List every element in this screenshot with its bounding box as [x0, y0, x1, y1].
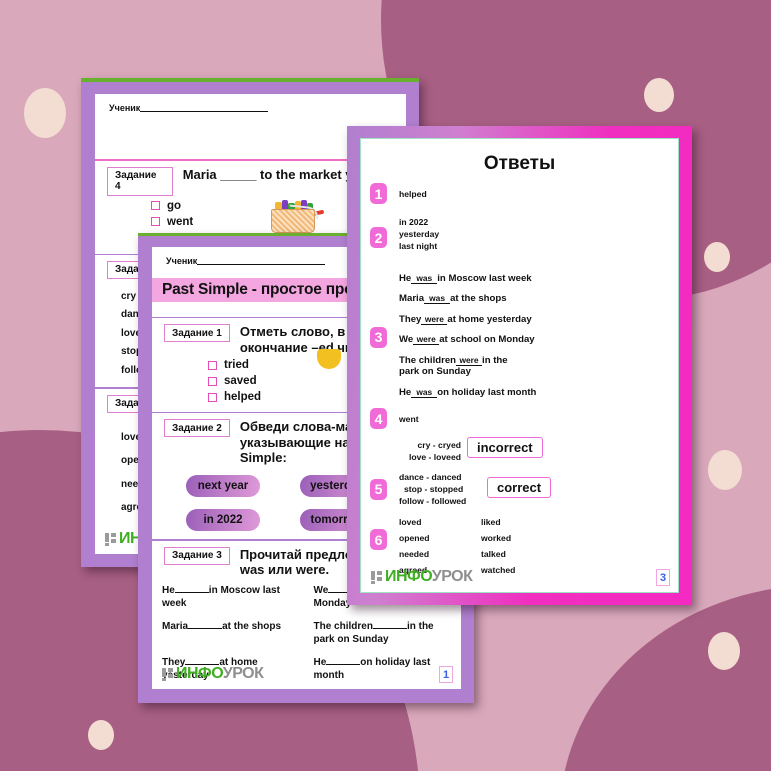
answer-number-badge: 5: [370, 478, 387, 500]
answer-blank[interactable]: [372, 628, 407, 630]
answer-text: helped: [399, 189, 427, 199]
shopping-basket-icon: [267, 196, 325, 236]
answer-fill: was: [411, 387, 438, 398]
answer-blank[interactable]: [188, 628, 223, 630]
answer-number-badge: 4: [370, 408, 387, 430]
answer-number-badge: 3: [370, 326, 387, 348]
decorative-dot: [24, 88, 66, 138]
poster-canvas: Ученик Задание 4 Maria _____ to the mark…: [0, 0, 771, 771]
decorative-dot: [704, 242, 730, 272]
incorrect-label: incorrect: [467, 437, 545, 461]
answer-fill: were: [413, 334, 440, 346]
worksheet-footer-mid: ИНФОУРОК 1: [162, 665, 453, 683]
answer-sentence: Maria was at the shops: [399, 293, 507, 305]
decorative-dot: [644, 78, 674, 112]
answers-page-3[interactable]: Ответы 1 helped 2 in 2022 yesterday last…: [347, 126, 692, 605]
answer-number-badge: 6: [370, 529, 387, 551]
infourok-logo: ИНФОУРОК: [162, 665, 264, 683]
decorative-dot: [708, 632, 740, 670]
logo-mark-icon: [371, 570, 382, 584]
marker-bubble-next-year[interactable]: next year: [186, 475, 260, 498]
answer-group-5: 5 dance - danced stop - stopped follow -…: [361, 471, 678, 508]
student-name-field-back[interactable]: Ученик: [95, 94, 406, 113]
answer-number-badge: 1: [370, 183, 387, 204]
sentence-item[interactable]: Maria at the shops: [162, 621, 304, 646]
answer-sentence: The children were in the: [399, 354, 508, 366]
answer-fill: was: [411, 273, 438, 284]
task-4-tag: Задание 4: [107, 166, 176, 199]
answer-sentence: He was in Moscow last week: [399, 272, 532, 284]
answer-text: in 2022 yesterday last night: [399, 217, 440, 252]
task-3-tag: Задание 3: [164, 546, 233, 568]
logo-mark-icon: [162, 667, 173, 681]
answers-page-3-content: Ответы 1 helped 2 in 2022 yesterday last…: [360, 138, 679, 593]
checkbox-icon[interactable]: [208, 392, 217, 402]
page-number-badge: 1: [439, 666, 453, 683]
background-blob-bottom-right: [560, 585, 771, 771]
answer-text: went: [399, 414, 419, 425]
logo-text-gray: УРОК: [222, 665, 264, 682]
answer-sentence: They were at home yesterday: [399, 313, 532, 325]
answer-group-3: 3 He was in Moscow last week Maria was at th…: [361, 267, 678, 399]
answer-fill: were: [456, 355, 483, 366]
answers-title: Ответы: [483, 153, 556, 174]
answer-group-4: 4 went: [361, 408, 678, 430]
decorative-dot: [708, 450, 742, 490]
checkbox-icon[interactable]: [151, 217, 160, 227]
logo-text-green: ИНФО: [385, 568, 432, 585]
logo-text-green: ИНФО: [176, 665, 223, 682]
sentence-item[interactable]: The children in the park on Sunday: [314, 621, 456, 646]
page-number-badge: 3: [656, 569, 670, 586]
answer-sentence: park on Sunday: [399, 366, 471, 378]
incorrect-words: cry - cryed love - loveed: [408, 440, 461, 463]
task-1-tag: Задание 1: [164, 324, 233, 346]
answer-text: He was in Moscow last week Maria was at the …: [399, 267, 536, 399]
basket-body: [271, 208, 315, 233]
sentence-item[interactable]: He in Moscow last week: [162, 585, 304, 610]
correct-words: dance - danced stop - stopped follow - f…: [399, 471, 467, 506]
answer-blank[interactable]: [174, 592, 209, 594]
answer-number-badge: 2: [370, 227, 387, 248]
logo-text-gray: УРОК: [431, 568, 473, 585]
answer-fill: were: [421, 314, 448, 325]
answer-sentence: He was on holiday last month: [399, 386, 537, 398]
answer-group-1: 1 helped: [361, 183, 678, 204]
checkbox-icon[interactable]: [151, 201, 160, 211]
checkbox-icon[interactable]: [208, 360, 217, 370]
logo-mark-icon: [105, 532, 116, 546]
checkbox-icon[interactable]: [208, 376, 217, 386]
infourok-logo: ИНФОУРОК: [371, 568, 473, 586]
decorative-dot: [88, 720, 114, 750]
answer-group-incorrect: cry - cryed love - loveed incorrect: [361, 437, 678, 463]
correct-label: correct: [487, 476, 554, 500]
answer-group-2: 2 in 2022 yesterday last night: [361, 216, 678, 253]
answers-footer: ИНФОУРОК 3: [371, 568, 670, 586]
task-2-tag: Задание 2: [164, 419, 233, 441]
marker-bubble-in-2022[interactable]: in 2022: [186, 509, 260, 532]
answer-sentence: We were at school on Monday: [399, 334, 535, 346]
answer-fill: was: [424, 293, 451, 305]
